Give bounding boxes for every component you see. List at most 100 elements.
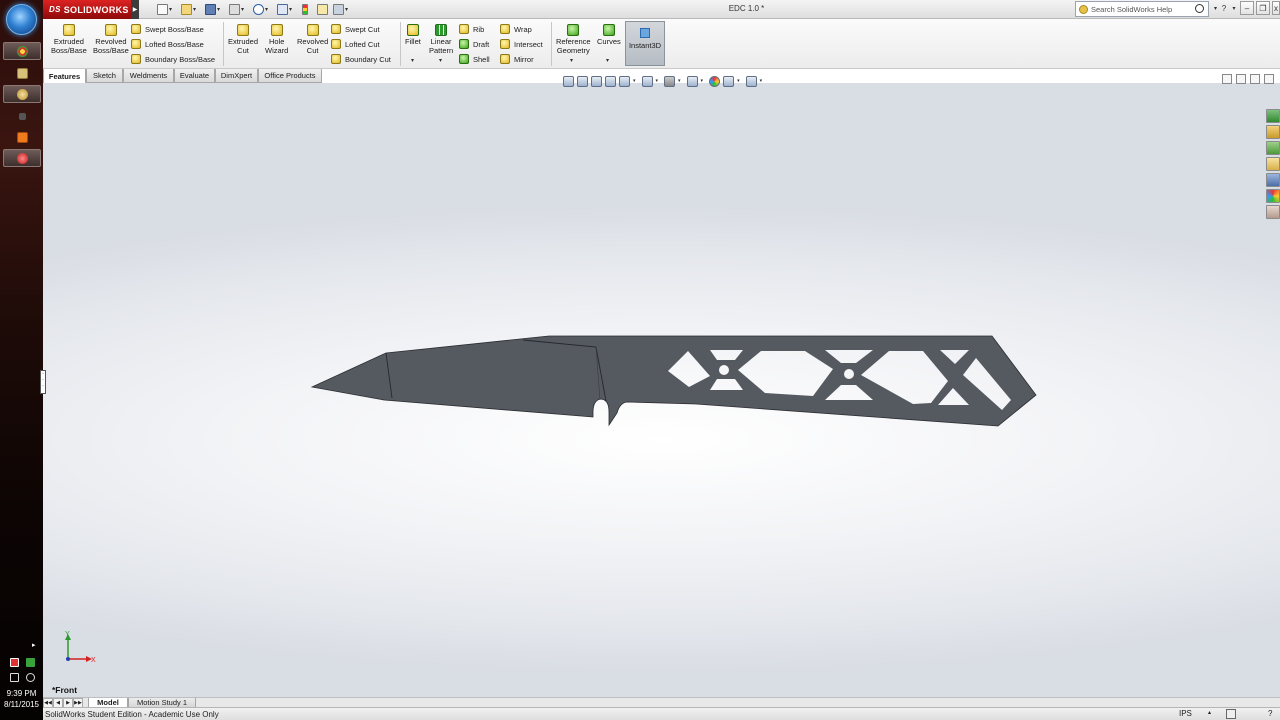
minimize-button[interactable]: –	[1240, 1, 1254, 15]
lofted-boss-button[interactable]: Lofted Boss/Base	[131, 39, 204, 49]
triad-y-label: Y	[65, 631, 70, 638]
hole-wizard-button[interactable]: Hole Wizard	[265, 24, 288, 55]
taskbar-explorer[interactable]	[3, 64, 41, 82]
label-line2: Geometry	[556, 45, 590, 55]
help-search-input[interactable]: Search SolidWorks Help	[1075, 1, 1209, 17]
taskbar-solidworks[interactable]	[3, 85, 41, 103]
knife-part-model[interactable]	[43, 83, 1280, 697]
separator	[223, 22, 224, 66]
label-line2: Cut	[237, 45, 249, 55]
tab-office-products[interactable]: Office Products	[258, 69, 322, 83]
instant3d-button[interactable]: Instant3D	[625, 21, 665, 66]
help-icon[interactable]: ?	[1217, 1, 1231, 15]
label: Swept Cut	[345, 24, 380, 34]
volume-icon[interactable]	[26, 673, 35, 682]
fillet-icon	[406, 24, 419, 36]
label-line1: Fillet	[405, 37, 421, 46]
graphics-area[interactable]: ▾ ▾ ▾ ▾ ▾ ▾ · · · Y X *Front	[40, 74, 1280, 697]
tab-sketch[interactable]: Sketch	[86, 69, 123, 83]
label: Draft	[473, 39, 490, 49]
tray-expand-icon[interactable]: ▸	[32, 641, 36, 649]
taskbar-misc[interactable]	[3, 107, 41, 125]
clock-time[interactable]: 9:39 PM	[0, 689, 43, 698]
mirror-button[interactable]: Mirror	[500, 54, 534, 64]
linear-pattern-button[interactable]: Linear Pattern	[429, 24, 453, 55]
linear-pattern-icon	[435, 24, 448, 36]
search-icon[interactable]	[1195, 4, 1204, 13]
flag-icon[interactable]	[10, 658, 19, 667]
draft-icon	[459, 39, 469, 49]
units-dropdown-icon[interactable]: ▴	[1208, 709, 1211, 716]
explorer-icon	[16, 67, 28, 79]
solidworks-red-icon	[16, 152, 28, 164]
revolved-cut-button[interactable]: Revolved Cut	[297, 24, 328, 55]
taskbar-chrome[interactable]	[3, 42, 41, 60]
fillet-button[interactable]: Fillet	[405, 24, 421, 47]
status-help-icon[interactable]: ?	[1268, 709, 1272, 718]
chrome-icon	[16, 45, 28, 57]
label: Mirror	[514, 54, 534, 64]
lofted-cut-button[interactable]: Lofted Cut	[331, 39, 380, 49]
tab-evaluate[interactable]: Evaluate	[174, 69, 215, 83]
close-button[interactable]: x	[1272, 1, 1280, 15]
label-line2: Cut	[306, 45, 319, 55]
shell-button[interactable]: Shell	[459, 54, 490, 64]
revolve-icon	[104, 24, 117, 36]
status-bar: SolidWorks Student Edition - Academic Us…	[43, 707, 1280, 720]
question-icon	[1079, 4, 1088, 14]
label: Boundary Cut	[345, 54, 391, 64]
label-line1: Curves	[597, 37, 621, 46]
fillet-dropdown-icon[interactable]: ▾	[411, 57, 414, 64]
revolve-cut-icon	[306, 24, 319, 36]
restore-button[interactable]: ❐	[1256, 1, 1270, 15]
label: Lofted Boss/Base	[145, 39, 204, 49]
taskbar-tasks[interactable]	[3, 128, 41, 146]
label: Instant3D	[628, 41, 662, 50]
label-line2: Wizard	[265, 45, 289, 55]
boundary-cut-button[interactable]: Boundary Cut	[331, 54, 391, 64]
wrap-button[interactable]: Wrap	[500, 24, 532, 34]
boundary-boss-button[interactable]: Boundary Boss/Base	[131, 54, 215, 64]
tab-weldments[interactable]: Weldments	[123, 69, 174, 83]
loft-icon	[131, 39, 141, 49]
label-line2: Boss/Base	[93, 45, 129, 55]
intersect-icon	[500, 39, 510, 49]
help-dropdown-icon[interactable]: ▾	[1230, 1, 1238, 15]
pattern-dropdown-icon[interactable]: ▾	[439, 57, 442, 64]
clock-date[interactable]: 8/11/2015	[0, 700, 43, 709]
hole-wizard-icon	[270, 24, 283, 36]
knife-body	[310, 335, 1037, 427]
tab-dimxpert[interactable]: DimXpert	[215, 69, 258, 83]
boundary-icon	[131, 54, 141, 64]
units-selector[interactable]: IPS	[1179, 709, 1192, 718]
monitor-icon[interactable]	[10, 673, 19, 682]
network-icon[interactable]	[26, 658, 35, 667]
reference-geometry-button[interactable]: Reference Geometry	[556, 24, 591, 55]
solidworks-app-icon	[16, 88, 28, 100]
swept-cut-button[interactable]: Swept Cut	[331, 24, 380, 34]
extruded-boss-button[interactable]: Extruded Boss/Base	[51, 24, 87, 55]
reference-geometry-icon	[567, 24, 580, 36]
separator	[551, 22, 552, 66]
swept-boss-button[interactable]: Swept Boss/Base	[131, 24, 204, 34]
extrude-icon	[62, 24, 75, 36]
extruded-cut-button[interactable]: Extruded Cut	[228, 24, 258, 55]
reference-dropdown-icon[interactable]: ▾	[570, 57, 573, 64]
intersect-button[interactable]: Intersect	[500, 39, 543, 49]
tab-features[interactable]: Features	[43, 69, 86, 83]
revolved-boss-button[interactable]: Revolved Boss/Base	[93, 24, 129, 55]
curves-dropdown-icon[interactable]: ▾	[606, 57, 609, 64]
curves-button[interactable]: Curves	[597, 24, 621, 47]
label-line2: Pattern	[429, 45, 454, 55]
rebuild-status-icon[interactable]	[1226, 709, 1236, 719]
label: Swept Boss/Base	[145, 24, 204, 34]
rib-button[interactable]: Rib	[459, 24, 484, 34]
separator	[400, 22, 401, 66]
draft-button[interactable]: Draft	[459, 39, 489, 49]
title-bar: DS SOLIDWORKS ▶ ▾ ▾ ▾ ▾ ▾ ▾ ▾ EDC 1.0 * S…	[43, 0, 1280, 19]
start-button[interactable]	[6, 4, 37, 35]
label: Intersect	[514, 39, 543, 49]
triad-x-label: X	[91, 657, 96, 664]
search-placeholder: Search SolidWorks Help	[1091, 4, 1173, 14]
taskbar-solidworks-red[interactable]	[3, 149, 41, 167]
